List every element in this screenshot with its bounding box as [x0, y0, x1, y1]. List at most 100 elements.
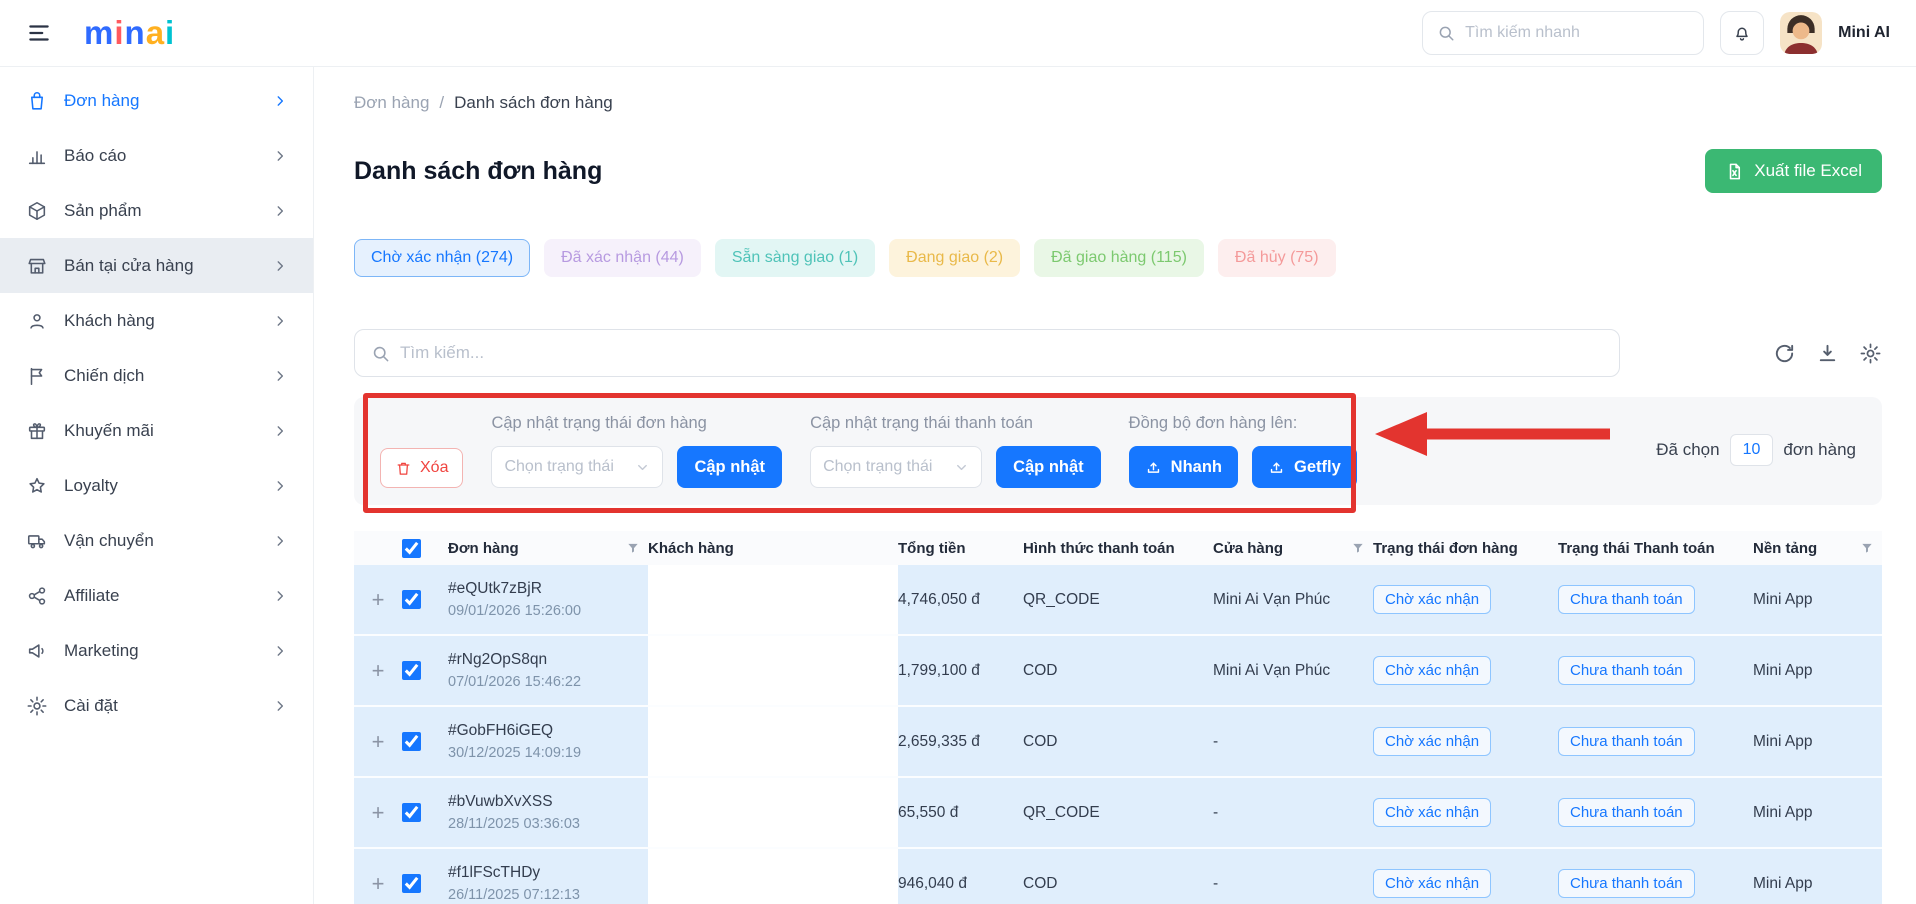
order-status-badge: Chờ xác nhận — [1373, 727, 1491, 756]
column-header-platform: Nền tảng — [1753, 540, 1882, 557]
column-header-order_status: Trạng thái đơn hàng — [1373, 540, 1558, 557]
row-checkbox[interactable] — [402, 874, 421, 893]
update-order-status-button[interactable]: Cập nhật — [677, 446, 782, 488]
order-id[interactable]: #f1lFScTHDy — [448, 864, 648, 882]
tab-cho-xac-nhan[interactable]: Chờ xác nhận (274) — [354, 239, 530, 277]
platform: Mini App — [1753, 733, 1882, 751]
bulk-group-label: Cập nhật trạng thái đơn hàng — [491, 414, 782, 433]
table-search-input[interactable] — [400, 343, 1603, 363]
sidebar-item-don-hang[interactable]: Đơn hàng — [0, 73, 313, 128]
app-header: minai Mini AI — [0, 0, 1916, 67]
upload-icon — [1145, 459, 1162, 476]
expand-row-button[interactable]: + — [372, 589, 385, 611]
column-header-payment_status: Trạng thái Thanh toán — [1558, 540, 1753, 557]
customer-cell — [648, 565, 898, 634]
column-header-payment: Hình thức thanh toán — [1023, 540, 1213, 557]
order-date: 28/11/2025 03:36:03 — [448, 816, 648, 832]
platform: Mini App — [1753, 662, 1882, 680]
platform: Mini App — [1753, 875, 1882, 893]
filter-icon[interactable] — [626, 541, 640, 555]
payment-status-badge: Chưa thanh toán — [1558, 656, 1695, 685]
store-icon — [26, 255, 48, 277]
sidebar-item-affiliate[interactable]: Affiliate — [0, 568, 313, 623]
order-date: 07/01/2026 15:46:22 — [448, 674, 648, 690]
sidebar: Đơn hàngBáo cáoSản phẩmBán tại cửa hàngK… — [0, 67, 314, 904]
row-checkbox[interactable] — [402, 661, 421, 680]
delete-button[interactable]: Xóa — [380, 448, 463, 488]
sidebar-item-san-pham[interactable]: Sản phẩm — [0, 183, 313, 238]
sidebar-item-khuyen-mai[interactable]: Khuyến mãi — [0, 403, 313, 458]
order-status-select[interactable]: Chọn trạng thái — [491, 446, 663, 488]
expand-row-button[interactable]: + — [372, 731, 385, 753]
avatar[interactable] — [1780, 12, 1822, 54]
sidebar-item-ban-tai-cua-hang[interactable]: Bán tại cửa hàng — [0, 238, 313, 293]
status-tabs: Chờ xác nhận (274) Đã xác nhận (44) Sẵn sà… — [354, 239, 1882, 277]
quick-search[interactable] — [1422, 11, 1704, 55]
order-status-badge: Chờ xác nhận — [1373, 656, 1491, 685]
bulk-group-label: Cập nhật trạng thái thanh toán — [810, 414, 1101, 433]
order-status-badge: Chờ xác nhận — [1373, 869, 1491, 898]
payment-status-select[interactable]: Chọn trạng thái — [810, 446, 982, 488]
star-icon — [26, 475, 48, 497]
gear-icon[interactable] — [1859, 342, 1882, 365]
payment-status-badge: Chưa thanh toán — [1558, 585, 1695, 614]
expand-row-button[interactable]: + — [372, 802, 385, 824]
download-icon[interactable] — [1816, 342, 1839, 365]
chevron-down-icon — [635, 460, 650, 475]
select-all-checkbox[interactable] — [402, 539, 421, 558]
sidebar-item-label: Cài đặt — [64, 696, 257, 716]
search-icon — [371, 344, 390, 363]
tab-da-huy[interactable]: Đã hủy (75) — [1218, 239, 1336, 277]
breadcrumb-parent[interactable]: Đơn hàng — [354, 93, 429, 113]
expand-row-button[interactable]: + — [372, 660, 385, 682]
bulk-actions-panel: Xóa Cập nhật trạng thái đơn hàng Chọn tr… — [354, 397, 1882, 505]
sidebar-item-label: Loyalty — [64, 476, 257, 496]
sidebar-item-label: Chiến dịch — [64, 366, 257, 386]
payment-status-badge: Chưa thanh toán — [1558, 869, 1695, 898]
tab-san-sang-giao[interactable]: Sẵn sàng giao (1) — [715, 239, 875, 277]
bulk-group-order-status: Cập nhật trạng thái đơn hàng Chọn trạng … — [491, 414, 782, 488]
notifications-button[interactable] — [1720, 11, 1764, 55]
update-payment-status-button[interactable]: Cập nhật — [996, 446, 1101, 488]
sidebar-item-khach-hang[interactable]: Khách hàng — [0, 293, 313, 348]
filter-icon[interactable] — [1351, 541, 1365, 555]
row-checkbox[interactable] — [402, 590, 421, 609]
sidebar-item-loyalty[interactable]: Loyalty — [0, 458, 313, 513]
order-id[interactable]: #GobFH6iGEQ — [448, 722, 648, 740]
chevron-right-icon — [273, 534, 287, 548]
table-row: +#f1lFScTHDy26/11/2025 07:12:13946,040 đ… — [354, 849, 1882, 904]
refresh-icon[interactable] — [1773, 342, 1796, 365]
filter-icon[interactable] — [1860, 541, 1874, 555]
sidebar-item-label: Báo cáo — [64, 146, 257, 166]
column-header-store: Cửa hàng — [1213, 540, 1373, 557]
sidebar-item-van-chuyen[interactable]: Vận chuyển — [0, 513, 313, 568]
expand-row-button[interactable]: + — [372, 873, 385, 895]
selected-count-badge: 10 — [1730, 434, 1774, 466]
order-id[interactable]: #rNg2OpS8qn — [448, 651, 648, 669]
table-search[interactable] — [354, 329, 1620, 377]
sync-nhanh-button[interactable]: Nhanh — [1129, 446, 1238, 488]
row-checkbox[interactable] — [402, 732, 421, 751]
export-excel-button[interactable]: Xuất file Excel — [1705, 149, 1882, 193]
user-name: Mini AI — [1838, 24, 1890, 42]
title-row: Danh sách đơn hàng Xuất file Excel — [354, 149, 1882, 193]
sidebar-item-cai-dat[interactable]: Cài đặt — [0, 678, 313, 733]
menu-toggle-icon[interactable] — [26, 20, 52, 46]
app-logo[interactable]: minai — [84, 14, 175, 52]
sync-getfly-button[interactable]: Getfly — [1252, 446, 1357, 488]
tab-da-giao-hang[interactable]: Đã giao hàng (115) — [1034, 239, 1204, 277]
sidebar-item-bao-cao[interactable]: Báo cáo — [0, 128, 313, 183]
customers-icon — [26, 310, 48, 332]
quick-search-input[interactable] — [1465, 24, 1689, 42]
order-id[interactable]: #eQUtk7zBjR — [448, 580, 648, 598]
sidebar-item-marketing[interactable]: Marketing — [0, 623, 313, 678]
tab-dang-giao[interactable]: Đang giao (2) — [889, 239, 1020, 277]
chevron-down-icon — [954, 460, 969, 475]
trash-icon — [395, 460, 412, 477]
row-checkbox[interactable] — [402, 803, 421, 822]
sidebar-item-chien-dich[interactable]: Chiến dịch — [0, 348, 313, 403]
tab-da-xac-nhan[interactable]: Đã xác nhận (44) — [544, 239, 701, 277]
marketing-icon — [26, 640, 48, 662]
customer-cell — [648, 707, 898, 776]
order-id[interactable]: #bVuwbXvXSS — [448, 793, 648, 811]
